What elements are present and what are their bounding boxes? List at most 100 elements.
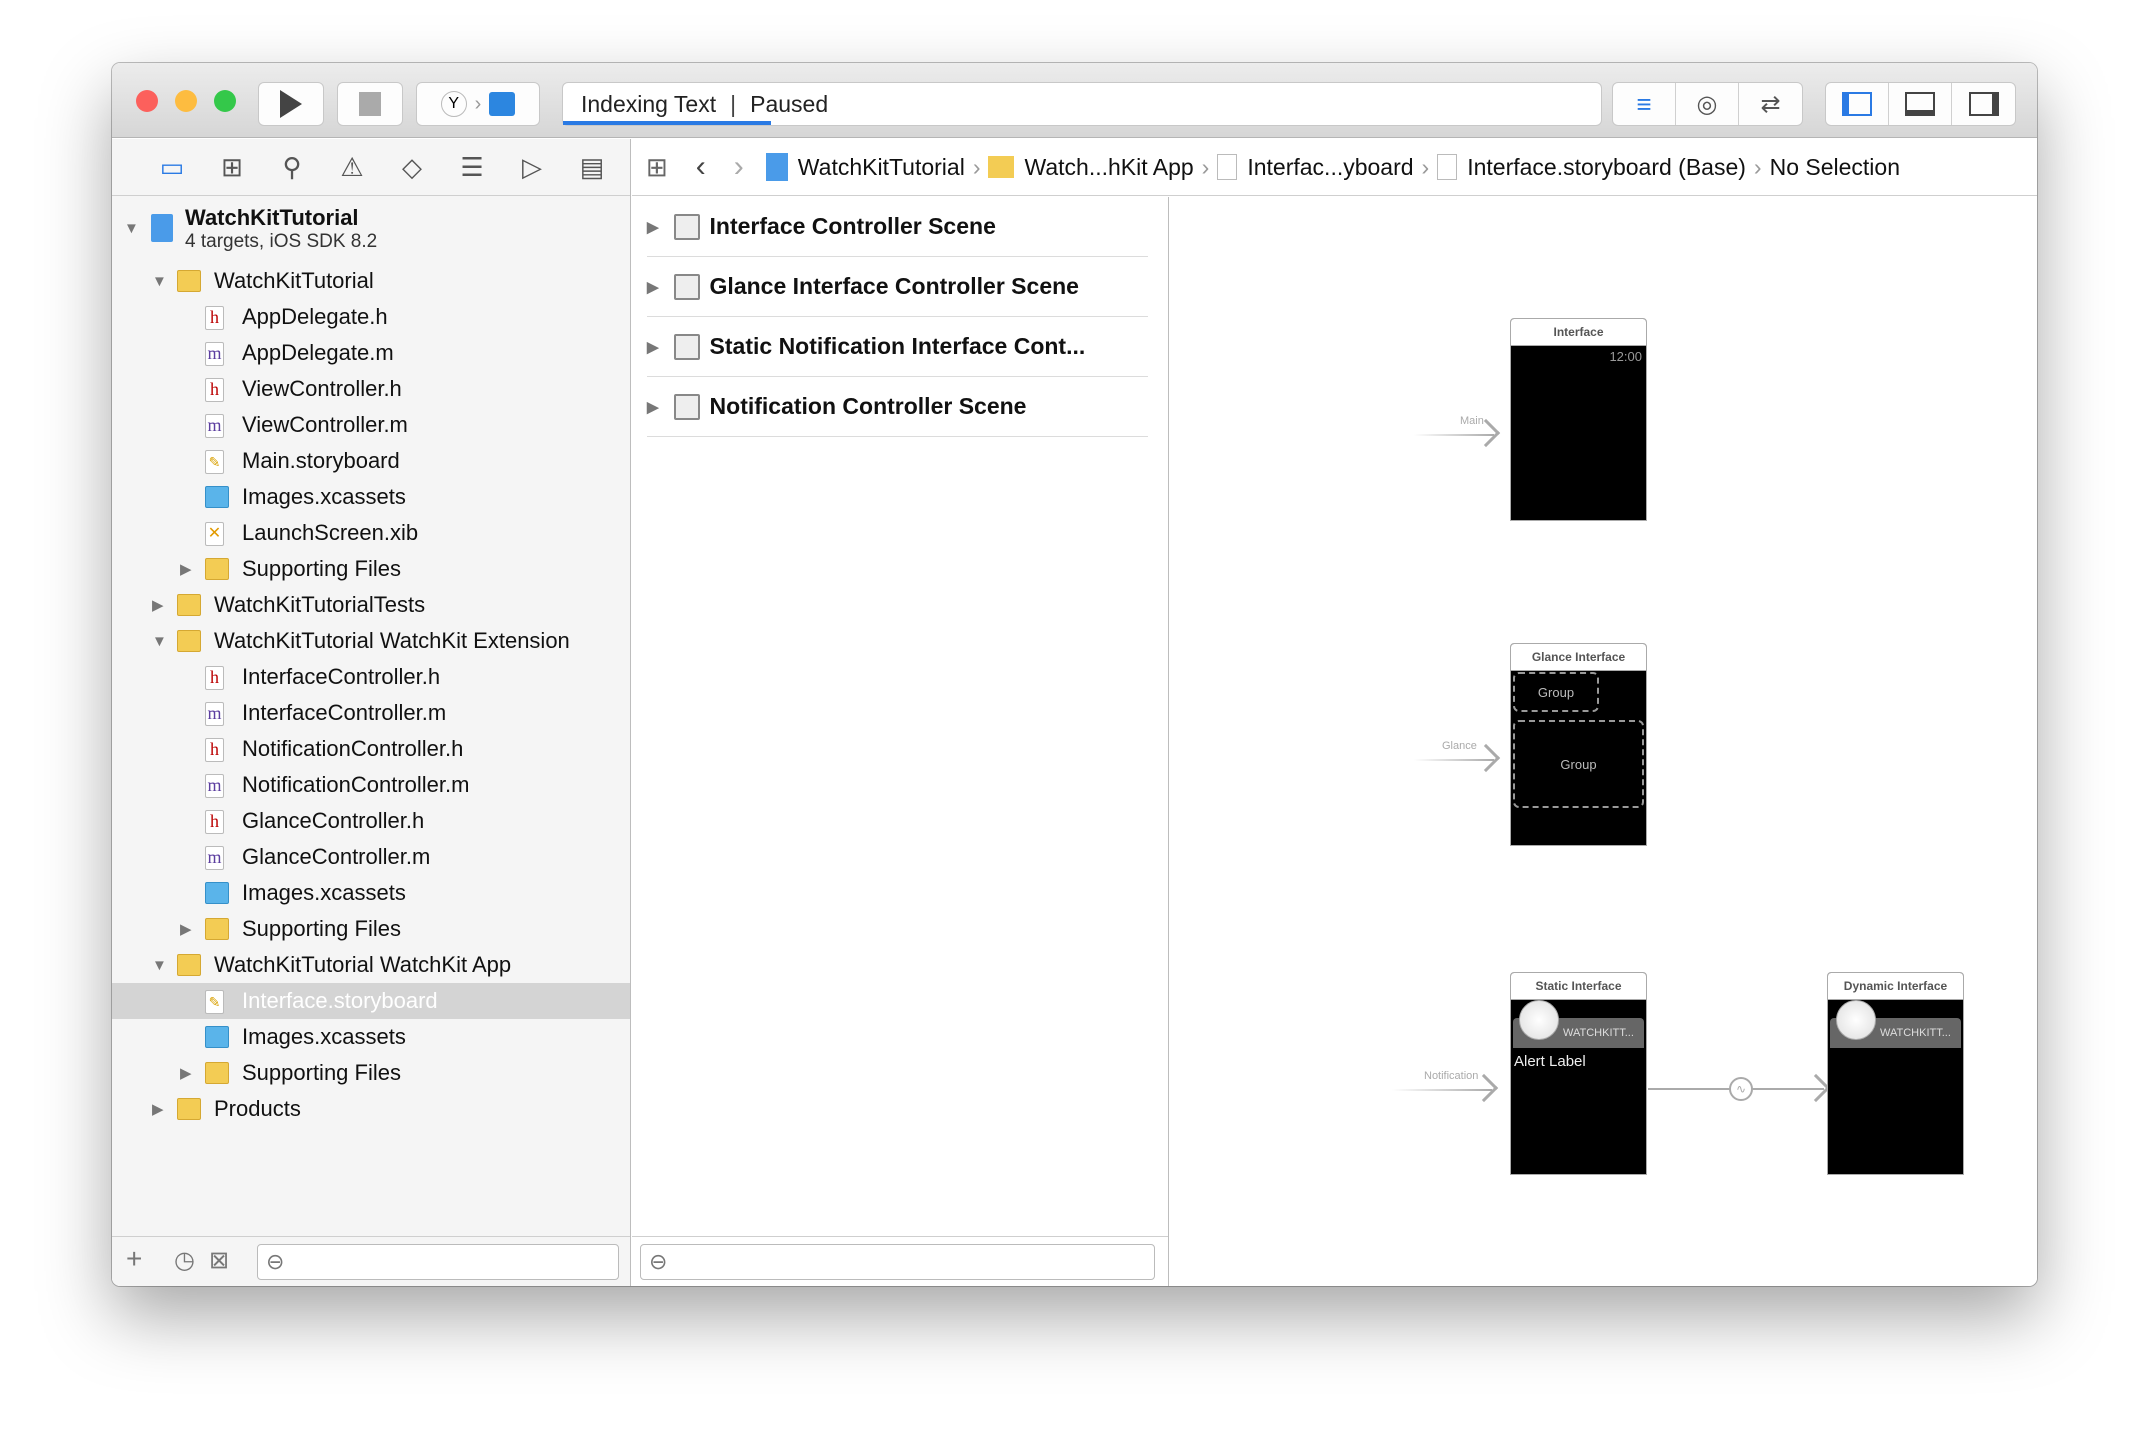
project-subtitle: 4 targets, iOS SDK 8.2 — [185, 231, 378, 252]
debug-toggle-icon[interactable] — [1889, 83, 1952, 125]
disclosure-closed-icon[interactable]: ▶ — [152, 596, 164, 614]
breadcrumb-file[interactable]: Interfac...yboard — [1247, 154, 1413, 181]
test-diamond-icon[interactable]: ◇ — [382, 152, 442, 183]
scene-item[interactable]: ▶ Notification Controller Scene — [647, 377, 1148, 437]
file-tree-item[interactable]: mInterfaceController.mA — [112, 695, 696, 731]
interface-controller[interactable]: Interface 12:00 — [1510, 318, 1647, 521]
utilities-toggle-icon[interactable] — [1952, 83, 2015, 125]
file-tree-item[interactable]: ▶Supporting FilesA — [112, 551, 696, 587]
disclosure-closed-icon[interactable]: ▶ — [647, 338, 659, 356]
file-tree-item[interactable]: ✕LaunchScreen.xibA — [112, 515, 696, 551]
assistant-editor-icon[interactable]: ◎ — [1676, 83, 1739, 125]
warning-icon[interactable]: ⚠ — [322, 152, 382, 183]
file-tree-item[interactable]: mViewController.mA — [112, 407, 696, 443]
file-tree-item[interactable]: hGlanceController.hA — [112, 803, 696, 839]
forward-icon[interactable]: › — [734, 150, 744, 184]
disclosure-open-icon[interactable]: ▼ — [152, 633, 167, 650]
breadcrumb-selection[interactable]: No Selection — [1770, 154, 1900, 181]
breadcrumb-project[interactable]: WatchKitTutorial — [798, 154, 965, 181]
scheme-selector[interactable]: Y › — [416, 82, 540, 126]
search-icon[interactable]: ⚲ — [262, 152, 322, 183]
navigator-selector-bar: ▭ ⊞ ⚲ ⚠ ◇ ☰ ▷ ▤ — [112, 139, 630, 196]
file-name: Supporting Files — [242, 1060, 401, 1085]
file-tree-item[interactable]: mNotificationController.mA — [112, 767, 696, 803]
static-notification-controller[interactable]: Static Interface WATCHKITT... Alert Labe… — [1510, 972, 1647, 1175]
file-tree-item[interactable]: Images.xcassetsM — [112, 1019, 699, 1055]
file-name: AppDelegate.m — [242, 340, 394, 365]
dynamic-notification-controller[interactable]: Dynamic Interface WATCHKITT... — [1827, 972, 1964, 1175]
glance-controller[interactable]: Glance Interface Group Group — [1510, 643, 1647, 846]
file-tree-item[interactable]: Images.xcassetsM — [112, 875, 699, 911]
segue-icon[interactable]: ∿ — [1729, 1077, 1753, 1101]
outline-filter-input[interactable]: ⊖ — [640, 1244, 1155, 1280]
file-tree-item[interactable]: ▶Supporting FilesA — [112, 911, 696, 947]
disclosure-open-icon[interactable]: ▼ — [152, 273, 167, 290]
disclosure-open-icon[interactable]: ▼ — [152, 957, 167, 974]
breadcrumb-localization[interactable]: Interface.storyboard (Base) — [1467, 154, 1746, 181]
project-root-row[interactable]: ▼ WatchKitTutorial 4 targets, iOS SDK 8.… — [112, 201, 699, 255]
group-bottom[interactable]: Group — [1513, 720, 1644, 808]
scm-filter-icon[interactable]: ⊠ — [209, 1246, 229, 1275]
file-name: WatchKitTutorial WatchKit App — [214, 952, 512, 977]
disclosure-triangle-icon[interactable]: ▼ — [124, 220, 139, 237]
standard-editor-icon[interactable]: ≡ — [1613, 83, 1676, 125]
xc-file-icon — [205, 882, 229, 904]
file-tree-item[interactable]: ▼ WatchKitTutorial — [112, 263, 630, 299]
disclosure-closed-icon[interactable]: ▶ — [180, 1064, 192, 1082]
disclosure-closed-icon[interactable]: ▶ — [180, 920, 192, 938]
h-file-icon: h — [205, 666, 224, 690]
file-name: Products — [214, 1096, 301, 1121]
run-button[interactable] — [258, 82, 324, 126]
storyboard-canvas[interactable]: Main Interface 12:00 Glance Glance Inter… — [1170, 197, 2037, 1286]
minimize-button[interactable] — [175, 90, 197, 112]
view-toggle-control[interactable] — [1825, 82, 2016, 126]
disclosure-closed-icon[interactable]: ▶ — [647, 278, 659, 296]
stop-button[interactable] — [337, 82, 403, 126]
disclosure-closed-icon[interactable]: ▶ — [152, 1100, 164, 1118]
scene-item[interactable]: ▶ Interface Controller Scene — [647, 197, 1148, 257]
disclosure-closed-icon[interactable]: ▶ — [647, 398, 659, 416]
related-items-icon[interactable]: ⊞ — [646, 152, 668, 183]
editor-mode-control[interactable]: ≡ ◎ ⇄ — [1612, 82, 1803, 126]
navigator-filter-bar: + ◷ ⊠ ⊖ — [112, 1236, 630, 1286]
version-editor-icon[interactable]: ⇄ — [1739, 83, 1802, 125]
file-tree-item[interactable]: hAppDelegate.hA — [112, 299, 696, 335]
file-tree-item[interactable]: ▶ Products — [112, 1091, 630, 1127]
file-tree-item[interactable]: mGlanceController.mA — [112, 839, 696, 875]
file-tree-item[interactable]: ✎Interface.storyboardA — [112, 983, 696, 1019]
file-tree-item[interactable]: ✎Main.storyboardA — [112, 443, 696, 479]
hierarchy-icon[interactable]: ⊞ — [202, 152, 262, 183]
message-icon[interactable]: ▤ — [562, 152, 622, 183]
file-tree-item[interactable]: hNotificationController.hA — [112, 731, 696, 767]
close-button[interactable] — [136, 90, 158, 112]
scene-item[interactable]: ▶ Static Notification Interface Cont... — [647, 317, 1148, 377]
disclosure-closed-icon[interactable]: ▶ — [180, 560, 192, 578]
group-top[interactable]: Group — [1513, 672, 1599, 712]
scene-item[interactable]: ▶ Glance Interface Controller Scene — [647, 257, 1148, 317]
file-tree-item[interactable]: ▶WatchKitTutorialTestsA — [112, 587, 696, 623]
sb-file-icon: ✎ — [205, 450, 224, 474]
file-tree-item[interactable]: hInterfaceController.hA — [112, 659, 696, 695]
add-icon[interactable]: + — [126, 1243, 142, 1275]
file-tree-item[interactable]: ▼ WatchKitTutorial WatchKit App — [112, 947, 630, 983]
file-tree-item[interactable]: ▶Supporting FilesA — [112, 1055, 696, 1091]
file-tree-item[interactable]: hViewController.hA — [112, 371, 696, 407]
navigator-filter-input[interactable]: ⊖ — [257, 1244, 619, 1280]
document-outline: ▶ Interface Controller Scene ▶ Glance Inter… — [632, 197, 1169, 1286]
folder-icon[interactable]: ▭ — [142, 152, 202, 183]
zoom-button[interactable] — [214, 90, 236, 112]
file-tree-item[interactable]: Images.xcassetsM — [112, 479, 699, 515]
disclosure-closed-icon[interactable]: ▶ — [647, 218, 659, 236]
m-file-icon: m — [205, 414, 224, 438]
navigator-toggle-icon[interactable] — [1826, 83, 1889, 125]
file-tree-item[interactable]: mAppDelegate.mA — [112, 335, 696, 371]
breakpoint-icon[interactable]: ▷ — [502, 152, 562, 183]
alert-label[interactable]: Alert Label — [1514, 1053, 1586, 1070]
file-name: NotificationController.m — [242, 772, 470, 797]
breadcrumb-group[interactable]: Watch...hKit App — [1024, 154, 1193, 181]
project-icon — [151, 214, 173, 242]
file-tree-item[interactable]: ▼ WatchKitTutorial WatchKit Extension — [112, 623, 630, 659]
recent-files-icon[interactable]: ◷ — [174, 1246, 195, 1275]
list-icon[interactable]: ☰ — [442, 152, 502, 183]
back-icon[interactable]: ‹ — [696, 150, 706, 184]
